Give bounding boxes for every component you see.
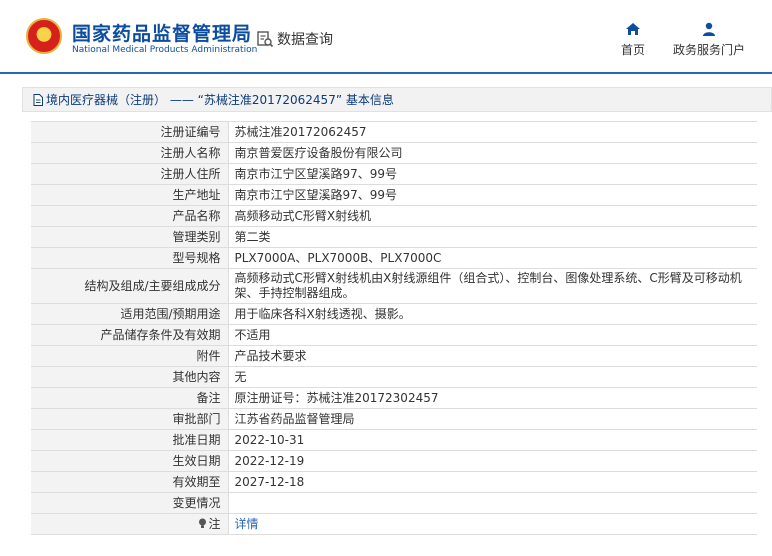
table-row: 注 详情 [31,513,757,535]
site-title[interactable]: 国家药品监督管理局 [72,19,252,46]
table-row: 注册人住所 南京市江宁区望溪路97、99号 [31,163,757,185]
row-label: 备注 [31,387,229,409]
details-link[interactable]: 详情 [228,513,757,535]
home-icon [626,23,640,35]
site-subtitle: National Medical Products Administration [72,45,258,55]
row-label: 结构及组成/主要组成成分 [31,268,229,304]
row-value: 无 [228,366,757,388]
row-value: 江苏省药品监督管理局 [228,408,757,430]
table-row: 附件 产品技术要求 [31,345,757,367]
nav-service-label: 政务服务门户 [672,43,745,57]
row-label: 管理类别 [31,226,229,248]
table-row: 结构及组成/主要组成成分 高频移动式C形臂X射线机由X射线源组件（组合式）、控制… [31,268,757,304]
row-label: 附件 [31,345,229,367]
lightbulb-icon [199,518,207,528]
site-header: 国家药品监督管理局 National Medical Products Admi… [0,0,772,74]
nav-home-label: 首页 [620,43,645,57]
data-query-icon [257,31,274,48]
row-label: 生产地址 [31,184,229,206]
data-query-label: 数据查询 [277,32,333,48]
row-label: 生效日期 [31,450,229,472]
nav-service-portal[interactable]: 政务服务门户 [668,22,750,58]
row-value: 2027-12-18 [228,471,757,493]
row-value [228,492,757,514]
row-value: 用于临床各科X射线透视、摄影。 [228,303,757,325]
user-icon [703,22,715,36]
table-row: 型号规格 PLX7000A、PLX7000B、PLX7000C [31,247,757,269]
national-emblem-logo [26,18,62,54]
table-row: 审批部门 江苏省药品监督管理局 [31,408,757,430]
row-label: 批准日期 [31,429,229,451]
row-label: 注册证编号 [31,121,229,143]
table-row: 产品储存条件及有效期 不适用 [31,324,757,346]
row-value: 原注册证号：苏械注准20172302457 [228,387,757,409]
data-query-link[interactable]: 数据查询 [256,29,333,49]
table-row: 生效日期 2022-12-19 [31,450,757,472]
row-value: 南京市江宁区望溪路97、99号 [228,163,757,185]
row-value: 产品技术要求 [228,345,757,367]
row-value: PLX7000A、PLX7000B、PLX7000C [228,247,757,269]
row-value: 第二类 [228,226,757,248]
table-row: 注册证编号 苏械注准20172062457 [31,121,757,143]
row-value: 南京普爱医疗设备股份有限公司 [228,142,757,164]
table-row: 批准日期 2022-10-31 [31,429,757,451]
row-value: 不适用 [228,324,757,346]
breadcrumb: 境内医疗器械（注册） —— “苏械注准20172062457” 基本信息 [22,87,772,112]
table-row: 产品名称 高频移动式C形臂X射线机 [31,205,757,227]
row-label: 审批部门 [31,408,229,430]
table-row: 适用范围/预期用途 用于临床各科X射线透视、摄影。 [31,303,757,325]
table-row: 变更情况 [31,492,757,514]
row-label: 适用范围/预期用途 [31,303,229,325]
row-value: 南京市江宁区望溪路97、99号 [228,184,757,206]
row-value: 苏械注准20172062457 [228,121,757,143]
row-value: 高频移动式C形臂X射线机 [228,205,757,227]
row-label: 有效期至 [31,471,229,493]
registration-info-table: 注册证编号 苏械注准20172062457 注册人名称 南京普爱医疗设备股份有限… [31,121,757,535]
table-row: 有效期至 2027-12-18 [31,471,757,493]
table-row: 管理类别 第二类 [31,226,757,248]
table-row: 备注 原注册证号：苏械注准20172302457 [31,387,757,409]
row-value: 高频移动式C形臂X射线机由X射线源组件（组合式）、控制台、图像处理系统、C形臂及… [228,268,757,304]
table-row: 注册人名称 南京普爱医疗设备股份有限公司 [31,142,757,164]
table-row: 其他内容 无 [31,366,757,388]
row-label: 产品名称 [31,205,229,227]
table-row: 生产地址 南京市江宁区望溪路97、99号 [31,184,757,206]
row-label: 其他内容 [31,366,229,388]
note-label-cell: 注 [31,513,229,535]
breadcrumb-text: 境内医疗器械（注册） —— “苏械注准20172062457” 基本信息 [46,93,394,107]
row-label: 型号规格 [31,247,229,269]
row-label: 注册人名称 [31,142,229,164]
row-value: 2022-12-19 [228,450,757,472]
nav-home[interactable]: 首页 [612,22,654,58]
row-label: 变更情况 [31,492,229,514]
row-label: 注册人住所 [31,163,229,185]
row-label: 产品储存条件及有效期 [31,324,229,346]
row-value: 2022-10-31 [228,429,757,451]
document-icon [33,93,43,106]
note-label: 注 [208,516,221,531]
